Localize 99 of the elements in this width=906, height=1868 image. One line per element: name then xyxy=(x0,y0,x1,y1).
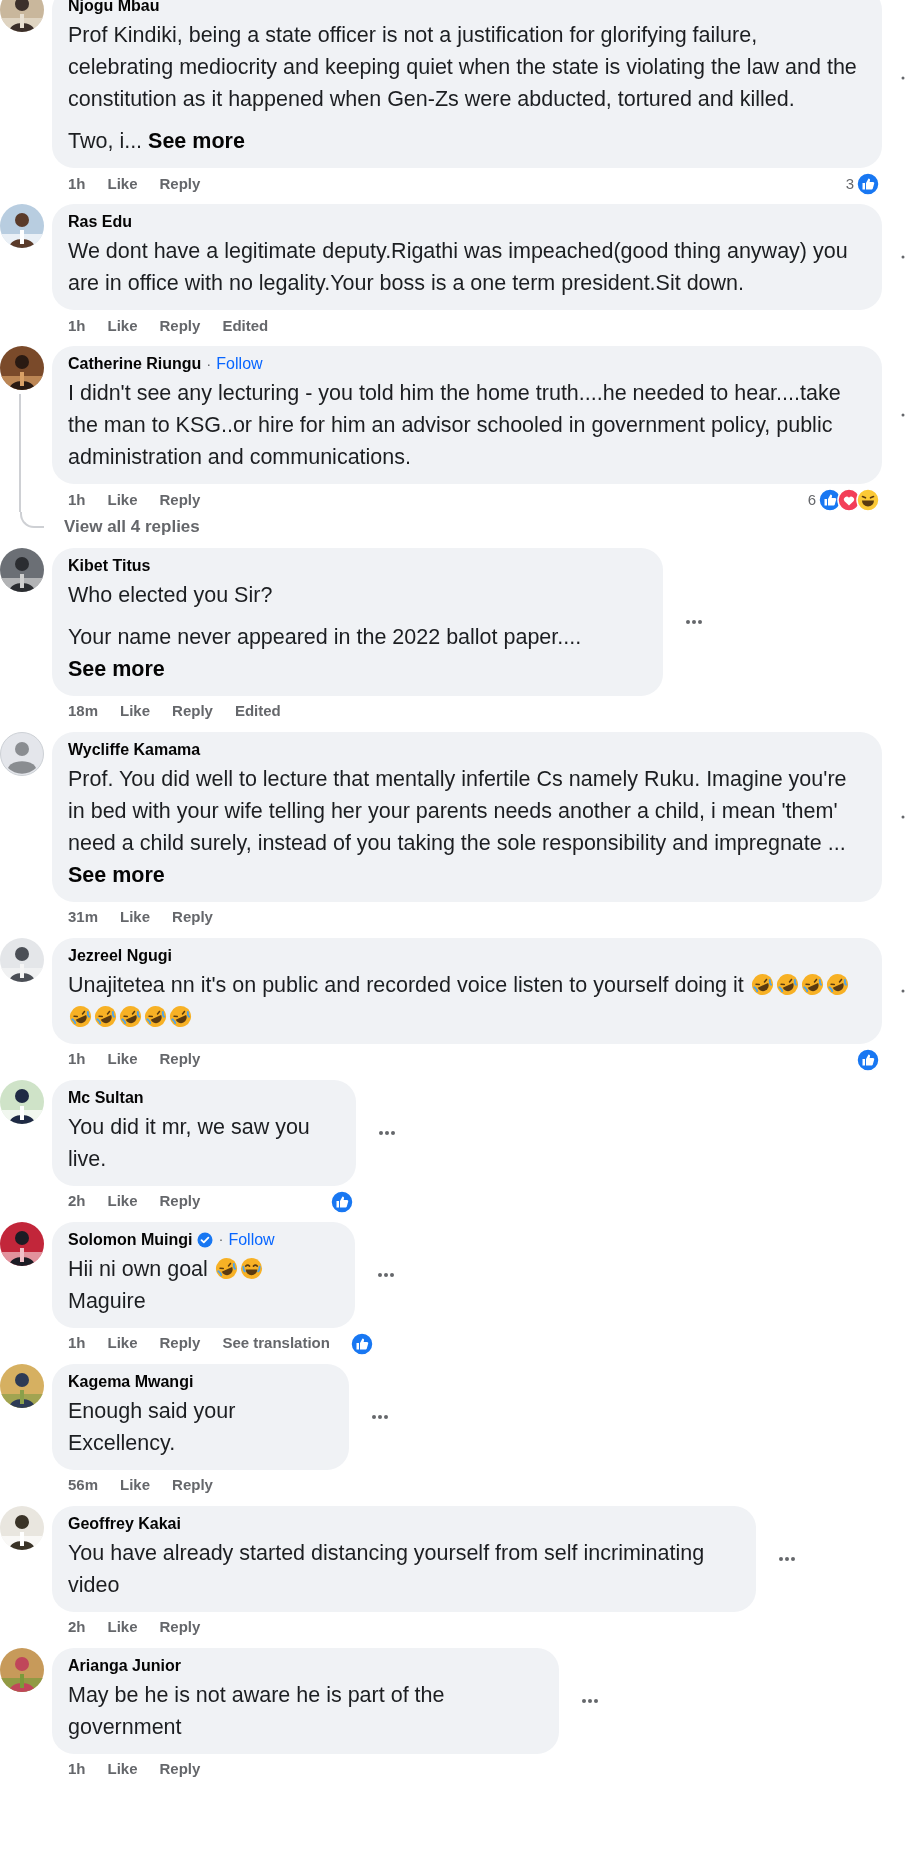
like-button[interactable]: Like xyxy=(107,1758,138,1781)
comment-time: 56m xyxy=(68,1475,99,1496)
laughing-emoji-icon xyxy=(144,1004,167,1028)
comment-time: 31m xyxy=(68,907,99,928)
comment-time: 1h xyxy=(68,1333,86,1354)
comment-text: Enough said your Excellency. xyxy=(68,1397,237,1457)
like-button[interactable]: Like xyxy=(107,1048,138,1071)
reply-button[interactable]: Reply xyxy=(159,1048,201,1071)
comment-text: Two, i... See more xyxy=(68,125,866,157)
laughing-reaction-icon xyxy=(856,488,880,512)
reply-button[interactable]: Reply xyxy=(172,1474,213,1497)
author-name[interactable]: Ras Edu xyxy=(68,212,132,232)
reply-button[interactable]: Reply xyxy=(159,1758,201,1781)
follow-link[interactable]: Follow xyxy=(228,1229,275,1250)
separator-dot: · xyxy=(206,353,212,374)
more-options-icon[interactable] xyxy=(901,814,905,819)
laughing-emoji-icon xyxy=(94,1004,117,1028)
more-options-icon[interactable] xyxy=(377,1271,395,1278)
comment-text: Your name never appeared in the 2022 ballot paper.... See more xyxy=(68,620,647,685)
reply-button[interactable]: Reply xyxy=(159,314,201,338)
see-more-link[interactable]: See more xyxy=(148,125,245,157)
comment-text: Who elected you Sir? xyxy=(68,581,274,609)
laughing-emoji-icon xyxy=(775,972,799,996)
laughing-emoji-icon xyxy=(800,972,824,996)
comment-time: 2h xyxy=(68,1191,86,1212)
comment-text: You did it mr, we saw you live. xyxy=(68,1113,311,1173)
thread-line-corner xyxy=(20,512,44,528)
like-button[interactable]: Like xyxy=(107,172,138,196)
reply-button[interactable]: Reply xyxy=(159,488,201,512)
like-button[interactable]: Like xyxy=(107,314,138,338)
author-name[interactable]: Arianga Junior xyxy=(68,1655,181,1676)
author-name[interactable]: Solomon Muingi xyxy=(68,1229,193,1250)
reply-button[interactable]: Reply xyxy=(172,906,213,929)
reply-button[interactable]: Reply xyxy=(159,1190,201,1213)
like-button[interactable]: Like xyxy=(120,1474,151,1497)
comment-time: 18m xyxy=(68,701,99,722)
edited-label: Edited xyxy=(222,315,269,336)
author-name[interactable]: Geoffrey Kakai xyxy=(68,1513,181,1534)
laughing-emoji-icon xyxy=(119,1004,142,1028)
comment-time: 1h xyxy=(68,489,86,510)
comment-time: 1h xyxy=(68,173,86,194)
more-options-icon[interactable] xyxy=(901,255,905,259)
more-options-icon[interactable] xyxy=(378,1129,396,1136)
like-button[interactable]: Like xyxy=(120,906,151,929)
laughing-emoji-icon xyxy=(214,1256,238,1280)
see-more-link[interactable]: See more xyxy=(68,652,165,685)
comment-time: 2h xyxy=(68,1617,86,1638)
comment-time: 1h xyxy=(68,1049,86,1070)
comment-time: 1h xyxy=(68,1759,86,1780)
more-options-icon[interactable] xyxy=(371,1413,389,1420)
reaction-count: 6 xyxy=(807,489,816,510)
comment-text: Prof. You did well to lecture that mentally infertile Cs namely Ruku. Imagine you're in bed with your wife telling her your parents needs another a child, i mean 'them' need a child surely, instead of you taking the sole responsibility and impregnate ... See more xyxy=(68,762,866,891)
author-name[interactable]: Wycliffe Kamama xyxy=(68,739,201,760)
reply-button[interactable]: Reply xyxy=(159,1332,201,1355)
more-options-icon[interactable] xyxy=(901,413,905,417)
like-reaction-icon xyxy=(856,172,880,196)
comment-text: Prof Kindiki, being a state officer is not a justification for glorifying failure, celebrating mediocrity and keeping quiet when the state is violating the law and the constitution as it happened when Gen-Zs were abducted, tortured and killed. xyxy=(68,22,858,113)
like-reaction-icon xyxy=(330,1189,354,1214)
see-more-link[interactable]: See more xyxy=(68,858,165,891)
like-button[interactable]: Like xyxy=(107,1332,138,1355)
reply-button[interactable]: Reply xyxy=(172,700,213,723)
like-button[interactable]: Like xyxy=(107,1616,138,1639)
reaction-count: 3 xyxy=(845,173,854,194)
edited-label: Edited xyxy=(234,701,281,722)
author-name[interactable]: Catherine Riungu xyxy=(68,354,202,374)
author-name[interactable]: Jezreel Ngugi xyxy=(68,945,173,966)
more-options-icon[interactable] xyxy=(901,76,905,80)
laughing-emoji-icon xyxy=(69,1004,92,1028)
follow-link[interactable]: Follow xyxy=(216,354,263,374)
laughing-emoji-icon xyxy=(169,1004,192,1028)
laughing-emoji-icon xyxy=(750,972,774,996)
author-name[interactable]: Mc Sultan xyxy=(68,1087,144,1108)
author-name[interactable]: Njogu Mbau xyxy=(68,0,160,16)
reply-button[interactable]: Reply xyxy=(159,172,201,196)
more-options-icon[interactable] xyxy=(901,988,905,993)
see-translation-link[interactable]: See translation xyxy=(222,1332,330,1355)
author-name[interactable]: Kibet Titus xyxy=(68,555,151,576)
comment-text: Unajitetea nn it's on public and recorded voice listen to yourself doing it xyxy=(68,968,866,1033)
comment-text: We dont have a legitimate deputy.Rigathi was impeached(good thing anyway) you are in office with no legality.Your boss is a one term president.Sit down. xyxy=(68,238,849,297)
like-button[interactable]: Like xyxy=(107,488,138,512)
more-options-icon[interactable] xyxy=(685,618,703,625)
laughing-emoji-icon xyxy=(825,972,849,996)
like-reaction-icon xyxy=(856,1047,880,1072)
like-button[interactable]: Like xyxy=(107,1190,138,1213)
comment-text: May be he is not aware he is part of the government xyxy=(68,1681,446,1741)
laughing-emoji-icon xyxy=(239,1256,263,1280)
comment-time: 1h xyxy=(68,315,86,336)
like-reaction-icon xyxy=(349,1331,374,1356)
author-name[interactable]: Kagema Mwangi xyxy=(68,1371,194,1392)
comment-text: You have already started distancing yourself from self incriminating video xyxy=(68,1539,706,1599)
view-replies-link[interactable]: View all 4 replies xyxy=(64,514,200,540)
more-options-icon[interactable] xyxy=(581,1697,599,1704)
like-button[interactable]: Like xyxy=(120,700,151,723)
reply-button[interactable]: Reply xyxy=(159,1616,201,1639)
default-avatar-icon xyxy=(0,731,44,776)
comment-text: I didn't see any lecturing - you told him the home truth....he needed to hear....take the man to KSG..or hire for him an advisor schooled in government policy, public administration and communications. xyxy=(68,380,842,471)
comment-text: Hii ni own goal Maguire xyxy=(68,1252,339,1317)
more-options-icon[interactable] xyxy=(778,1555,796,1562)
separator-dot: · xyxy=(218,1229,224,1250)
